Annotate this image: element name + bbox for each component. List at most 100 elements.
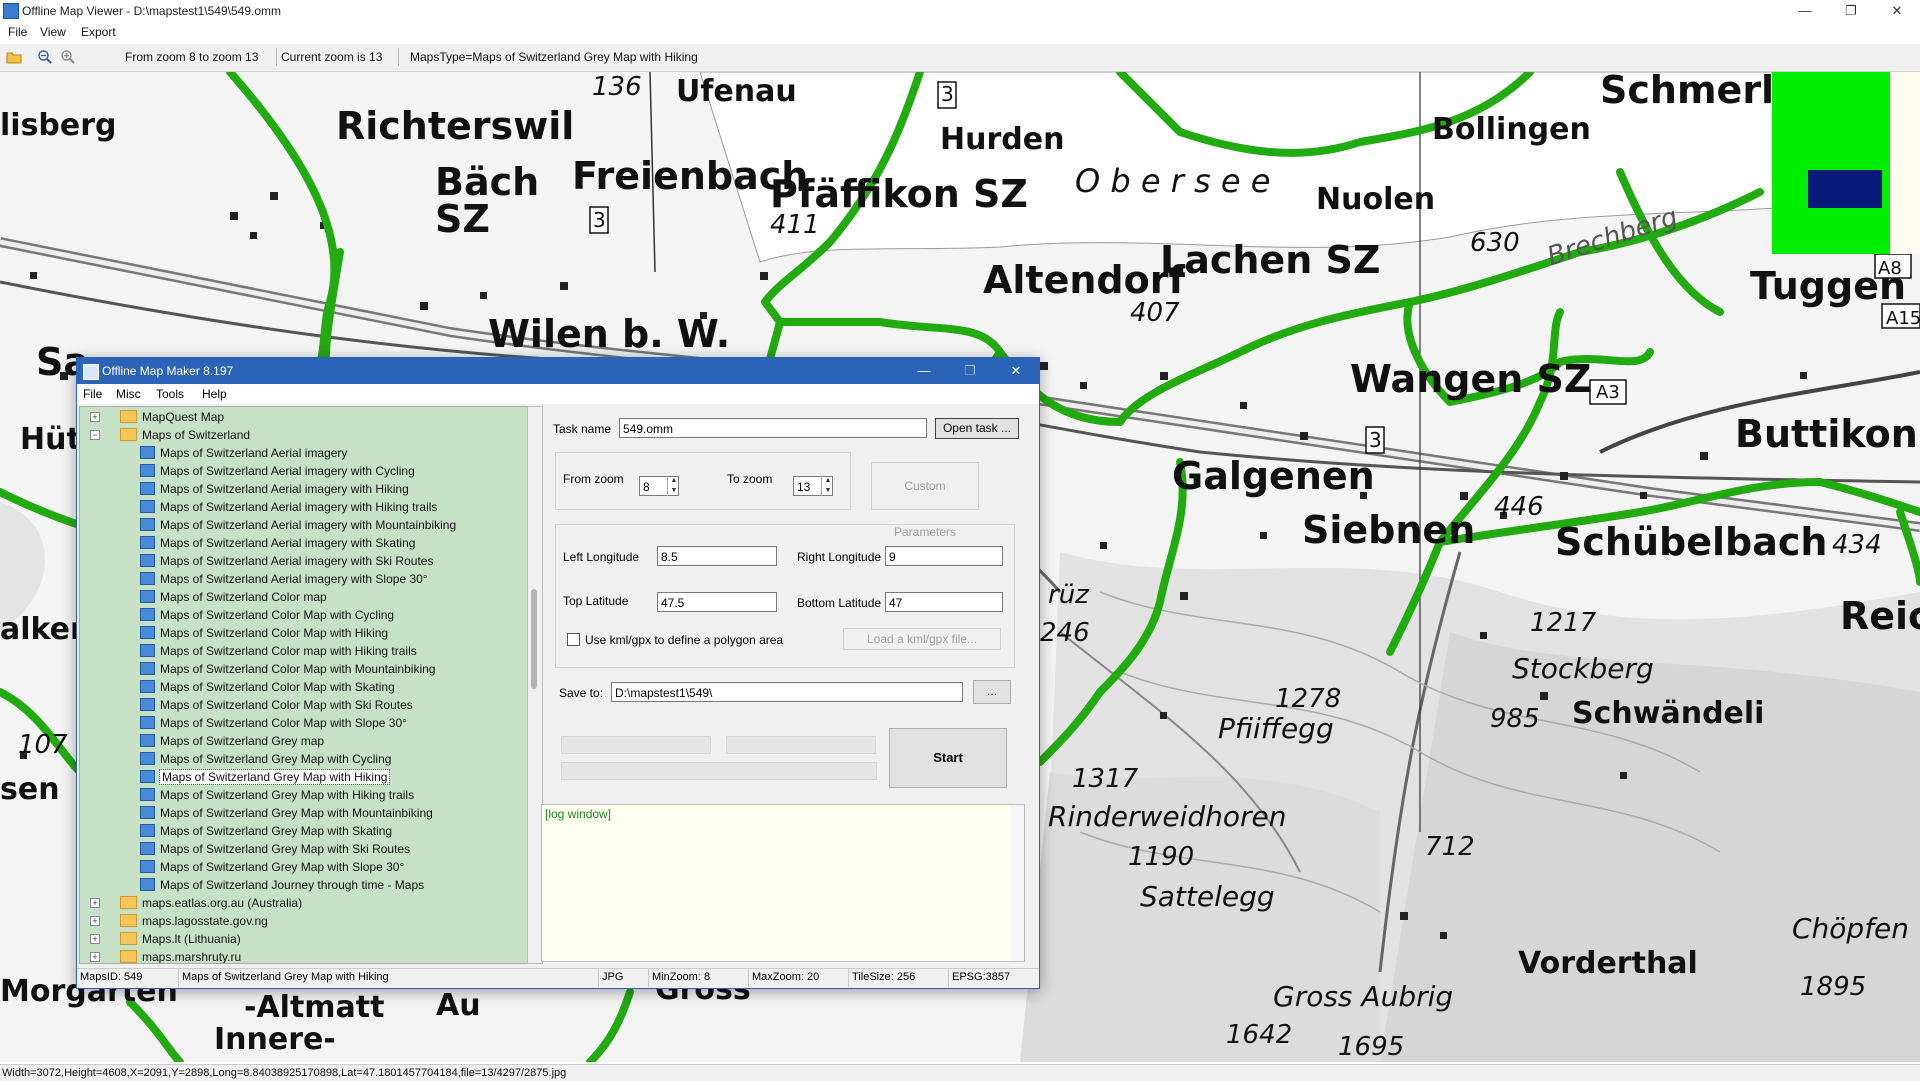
- right-longitude-input[interactable]: 9: [885, 546, 1003, 566]
- dialog-minimize-button[interactable]: —: [901, 358, 947, 384]
- dialog-menu-help[interactable]: Help: [202, 387, 227, 401]
- map-layer-icon: [140, 662, 155, 675]
- map-label-obersee: O b e r s e e: [1075, 162, 1271, 200]
- tree-map-item[interactable]: Maps of Switzerland Aerial imagery with …: [140, 552, 433, 570]
- start-button[interactable]: Start: [889, 728, 1007, 788]
- tree-map-item[interactable]: Maps of Switzerland Aerial imagery with …: [140, 498, 437, 516]
- tree-folder-item[interactable]: + maps.lagosstate.gov.ng: [90, 912, 268, 930]
- tree-item-label: Maps of Switzerland Color Map with Slope…: [160, 716, 407, 730]
- tree-map-item[interactable]: Maps of Switzerland Color Map with Skati…: [140, 678, 395, 696]
- tree-folder-item[interactable]: + maps.eatlas.org.au (Australia): [90, 894, 302, 912]
- menu-view[interactable]: View: [40, 25, 66, 39]
- tree-expander-icon[interactable]: +: [90, 934, 100, 944]
- tree-map-item[interactable]: Maps of Switzerland Grey Map with Skatin…: [140, 822, 392, 840]
- log-window[interactable]: [log window]: [541, 804, 1025, 962]
- use-kml-label: Use kml/gpx to define a polygon area: [585, 633, 784, 647]
- map-label-richterswil: Richterswil: [336, 104, 575, 148]
- tree-map-item[interactable]: Maps of Switzerland Grey Map with Ski Ro…: [140, 840, 410, 858]
- map-layer-icon: [140, 644, 155, 657]
- dialog-titlebar[interactable]: Offline Map Maker 8.197 — ❐ ✕: [77, 358, 1039, 384]
- minimap-viewport-rect[interactable]: [1808, 170, 1882, 208]
- map-layer-icon: [140, 842, 155, 855]
- map-layer-icon: [140, 734, 155, 747]
- task-name-input[interactable]: 549.omm: [619, 418, 927, 438]
- map-label-a8: A8: [1878, 258, 1902, 279]
- tree-map-item[interactable]: Maps of Switzerland Grey Map with Cyclin…: [140, 750, 391, 768]
- dialog-menu-misc[interactable]: Misc: [116, 387, 141, 401]
- tree-expander-icon[interactable]: +: [90, 952, 100, 962]
- map-label-altendorf: Altendorf: [983, 258, 1186, 302]
- use-kml-checkbox[interactable]: [567, 633, 580, 646]
- map-layer-icon: [140, 536, 155, 549]
- zoom-out-icon[interactable]: [37, 49, 53, 65]
- close-button[interactable]: ✕: [1874, 0, 1920, 22]
- dialog-maximize-button[interactable]: ❐: [947, 358, 993, 384]
- map-label-sen: sen: [0, 772, 60, 807]
- tree-item-label: maps.lagosstate.gov.ng: [142, 914, 268, 928]
- tree-map-item[interactable]: Maps of Switzerland Grey Map with Hiking…: [140, 786, 414, 804]
- tree-folder-item[interactable]: + maps.marshruty.ru: [90, 948, 241, 963]
- load-kml-button[interactable]: Load a kml/gpx file...: [843, 628, 1001, 650]
- tree-map-item[interactable]: Maps of Switzerland Grey Map with Mounta…: [140, 804, 433, 822]
- tree-folder-item[interactable]: − Maps of Switzerland: [90, 426, 250, 444]
- tree-map-item[interactable]: Maps of Switzerland Color map: [140, 588, 327, 606]
- tree-item-label: Maps of Switzerland Aerial imagery with …: [160, 482, 409, 496]
- save-to-input[interactable]: D:\mapstest1\549\: [611, 682, 963, 702]
- tree-map-item[interactable]: Maps of Switzerland Aerial imagery: [140, 444, 347, 462]
- tree-map-item[interactable]: Maps of Switzerland Grey Map with Hiking: [140, 768, 391, 786]
- tree-map-item[interactable]: Maps of Switzerland Aerial imagery with …: [140, 570, 428, 588]
- browse-button[interactable]: ...: [973, 680, 1011, 704]
- from-zoom-spinner[interactable]: ▲ ▼: [667, 476, 680, 496]
- tree-map-item[interactable]: Maps of Switzerland Color Map with Hikin…: [140, 624, 388, 642]
- map-layer-icon: [140, 878, 155, 891]
- overview-minimap[interactable]: [1772, 72, 1920, 254]
- tree-item-label: Maps of Switzerland Grey Map with Skatin…: [160, 824, 393, 838]
- menu-export[interactable]: Export: [81, 25, 116, 39]
- tree-map-item[interactable]: Maps of Switzerland Aerial imagery with …: [140, 534, 415, 552]
- top-latitude-input[interactable]: 47.5: [657, 592, 777, 612]
- log-scrollbar[interactable]: [1010, 805, 1024, 961]
- menubar: File View Export: [0, 22, 1920, 42]
- tree-item-label: Maps of Switzerland Color Map with Hikin…: [160, 626, 389, 640]
- tree-map-item[interactable]: Maps of Switzerland Color Map with Mount…: [140, 660, 435, 678]
- maps-tree[interactable]: + MapQuest Map − Maps of Switzerland Maps of…: [79, 406, 529, 964]
- tree-map-item[interactable]: Maps of Switzerland Aerial imagery with …: [140, 480, 409, 498]
- tree-map-item[interactable]: Maps of Switzerland Color Map with Cycli…: [140, 606, 394, 624]
- tree-map-item[interactable]: Maps of Switzerland Color Map with Slope…: [140, 714, 407, 732]
- maximize-button[interactable]: ❐: [1828, 0, 1874, 22]
- left-longitude-input[interactable]: 8.5: [657, 546, 777, 566]
- tree-expander-icon[interactable]: −: [90, 430, 100, 440]
- menu-file[interactable]: File: [8, 25, 27, 39]
- tree-map-item[interactable]: Maps of Switzerland Color Map with Ski R…: [140, 696, 413, 714]
- tree-map-item[interactable]: Maps of Switzerland Grey map: [140, 732, 324, 750]
- tree-scroll-thumb[interactable]: [531, 589, 537, 689]
- tree-item-label: Maps of Switzerland Grey map: [160, 734, 325, 748]
- map-label-rinderweidhoren: Rinderweidhoren: [1048, 800, 1287, 833]
- tree-expander-icon[interactable]: +: [90, 412, 100, 422]
- dialog-menu-tools[interactable]: Tools: [156, 387, 184, 401]
- dialog-close-button[interactable]: ✕: [993, 358, 1039, 384]
- toolbar: From zoom 8 to zoom 13 Current zoom is 1…: [0, 44, 1920, 72]
- bottom-latitude-input[interactable]: 47: [885, 592, 1003, 612]
- zoom-in-icon[interactable]: [60, 49, 76, 65]
- tree-map-item[interactable]: Maps of Switzerland Color map with Hikin…: [140, 642, 417, 660]
- tree-folder-item[interactable]: + MapQuest Map: [90, 408, 224, 426]
- tree-map-item[interactable]: Maps of Switzerland Grey Map with Slope …: [140, 858, 404, 876]
- map-label-lachen: Lachen SZ: [1160, 238, 1381, 282]
- minimize-button[interactable]: —: [1782, 0, 1828, 22]
- folder-icon: [120, 428, 137, 441]
- tree-map-item[interactable]: Maps of Switzerland Aerial imagery with …: [140, 462, 415, 480]
- folder-open-icon[interactable]: [6, 49, 22, 65]
- custom-parameters-button[interactable]: Custom Parameters: [871, 462, 979, 539]
- map-label-sattelegg: Sattelegg: [1140, 880, 1275, 913]
- tree-map-item[interactable]: Maps of Switzerland Aerial imagery with …: [140, 516, 456, 534]
- dialog-menu-file[interactable]: File: [83, 387, 102, 401]
- tree-map-item[interactable]: Maps of Switzerland Journey through time…: [140, 876, 424, 894]
- to-zoom-spinner[interactable]: ▲ ▼: [821, 476, 834, 496]
- open-task-button[interactable]: Open task ...: [935, 418, 1019, 439]
- tree-folder-item[interactable]: + Maps.lt (Lithuania): [90, 930, 241, 948]
- tree-expander-icon[interactable]: +: [90, 898, 100, 908]
- tree-item-label: Maps of Switzerland Journey through time…: [160, 878, 425, 892]
- status-maps-id: MapsID: 549: [77, 969, 179, 987]
- tree-expander-icon[interactable]: +: [90, 916, 100, 926]
